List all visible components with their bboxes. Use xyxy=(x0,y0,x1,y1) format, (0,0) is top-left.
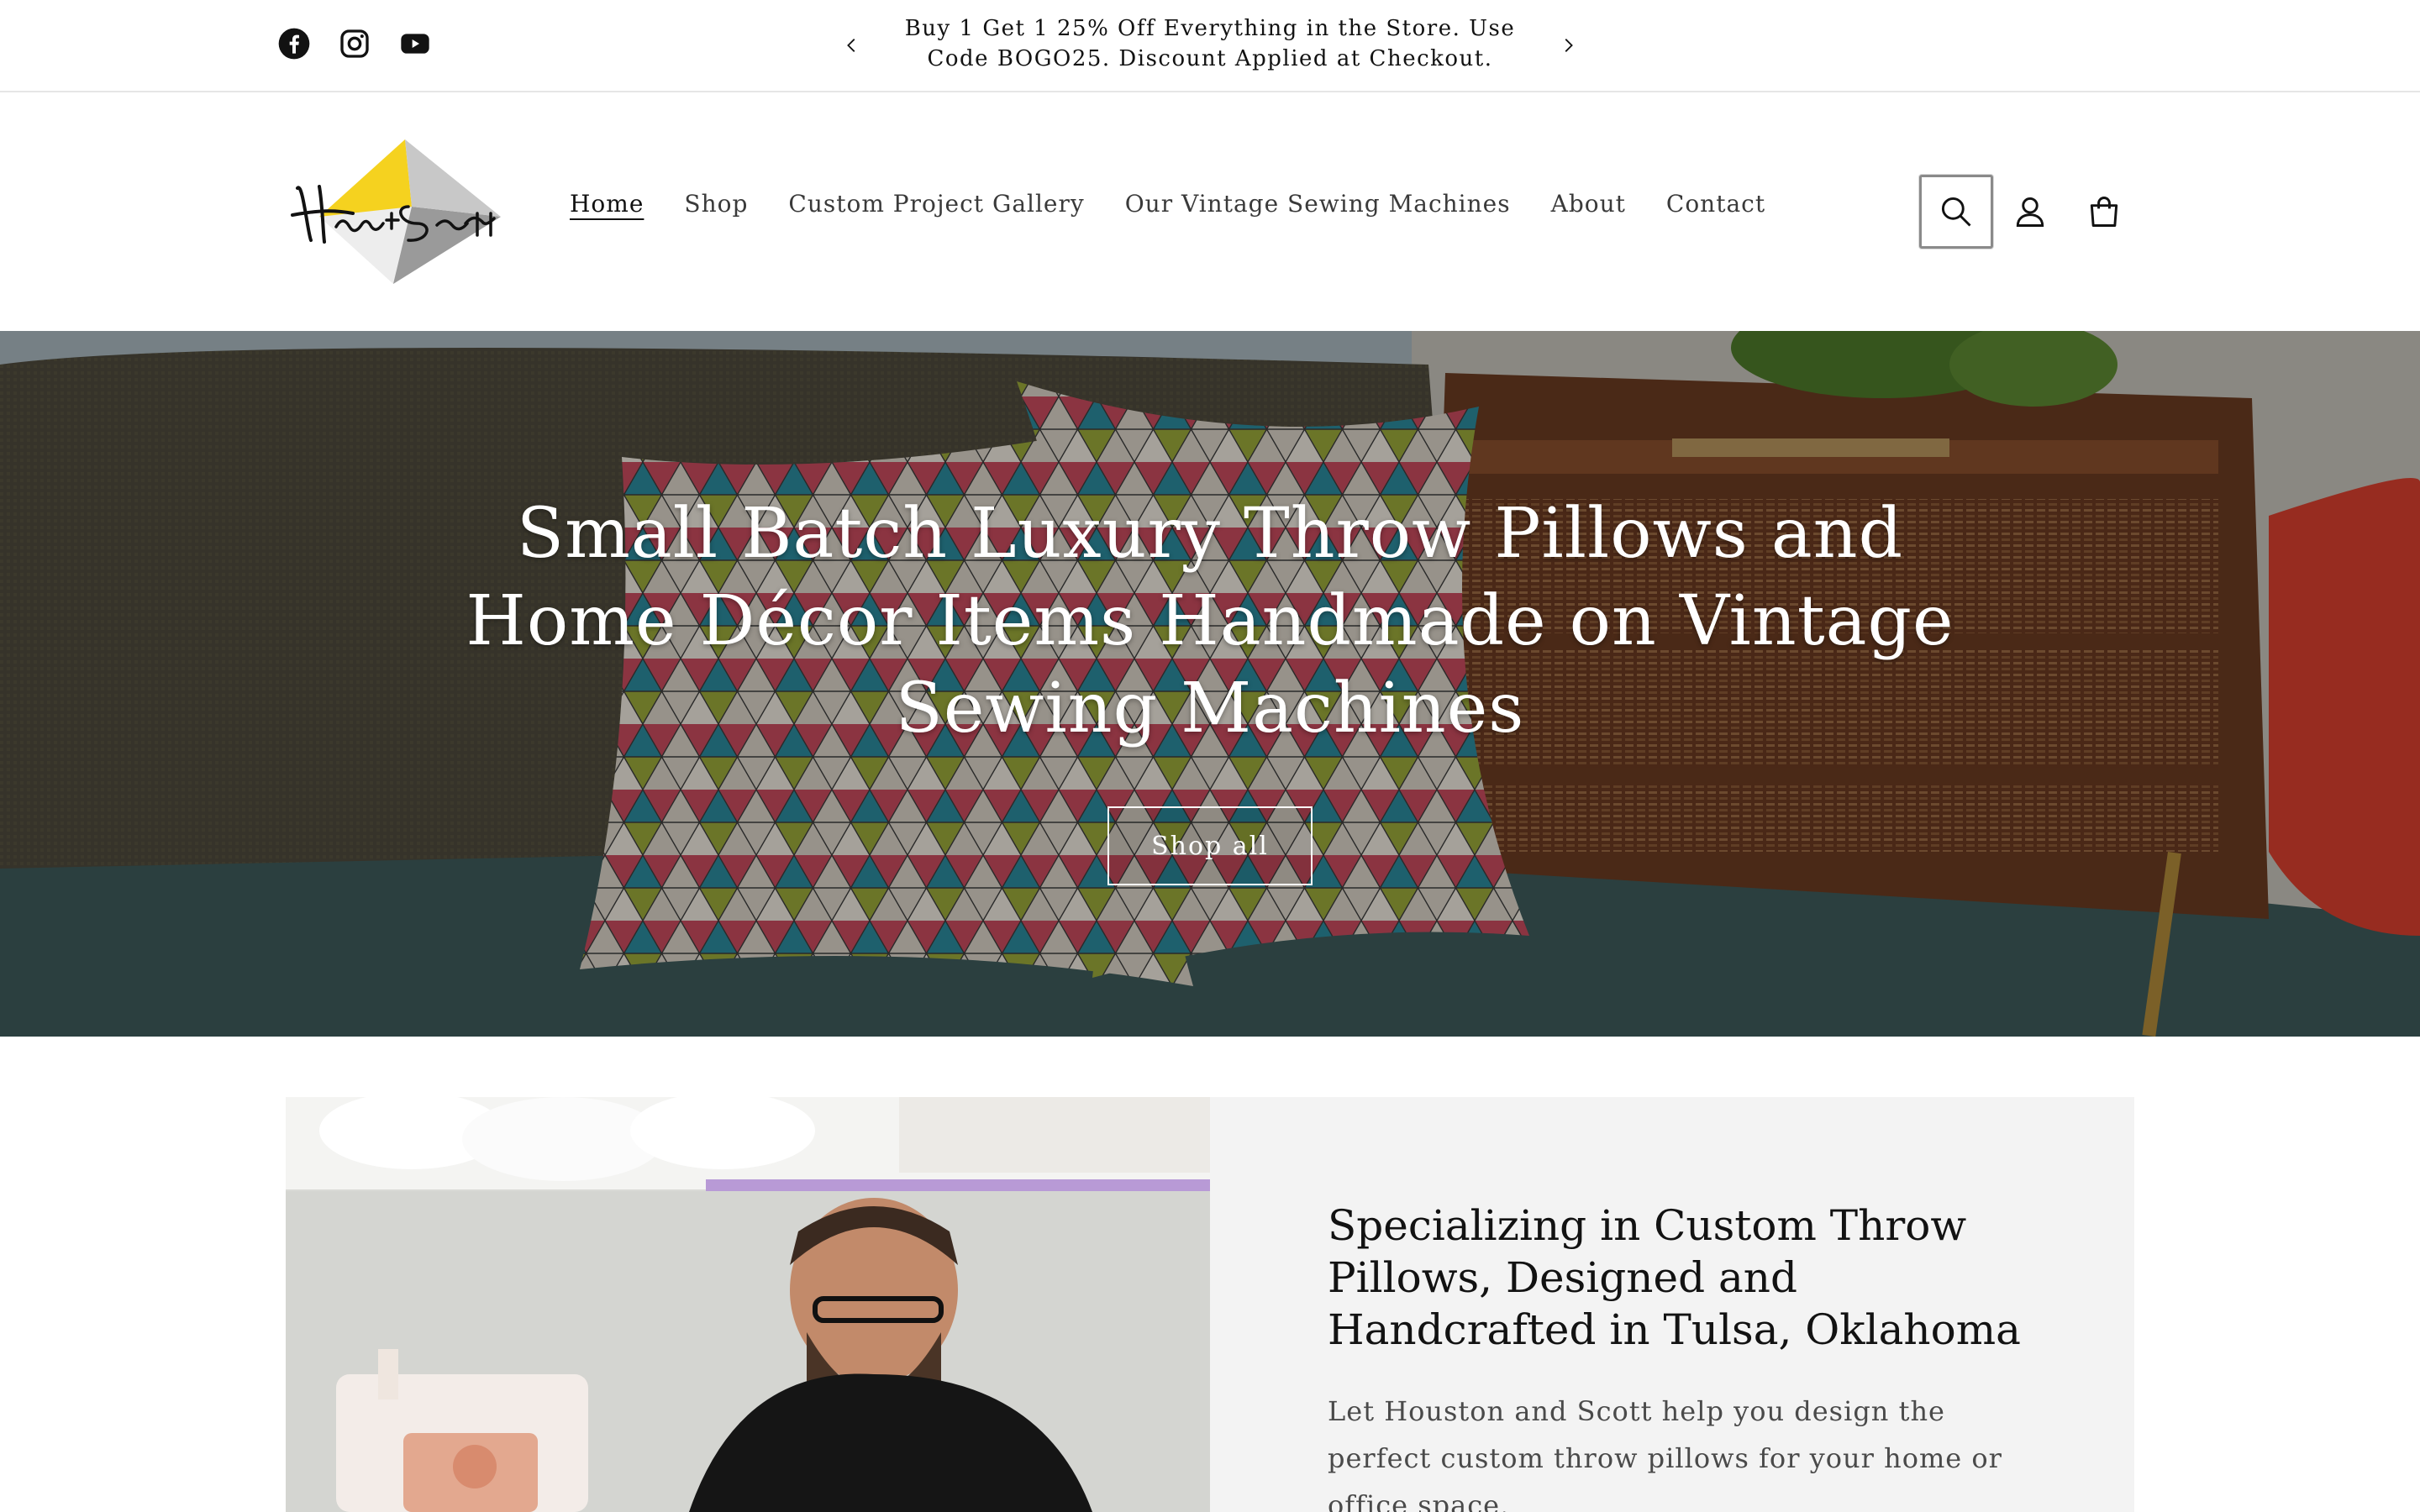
youtube-icon[interactable] xyxy=(398,27,432,60)
hero-title: Small Batch Luxury Throw Pillows and Hom… xyxy=(466,494,1954,748)
nav-vintage-sewing-machines[interactable]: Our Vintage Sewing Machines xyxy=(1125,190,1511,218)
announcement-text: Buy 1 Get 1 25% Off Everything in the St… xyxy=(904,16,1516,71)
announcement-bar: Buy 1 Get 1 25% Off Everything in the St… xyxy=(0,0,2420,92)
announcement-prev-button[interactable] xyxy=(835,29,869,62)
social-links xyxy=(277,27,432,60)
cart-button[interactable] xyxy=(2067,175,2141,249)
feature-section: Specializing in Custom Throw Pillows, De… xyxy=(286,1097,2134,1512)
feature-body: Let Houston and Scott help you design th… xyxy=(1328,1395,2002,1512)
cart-icon xyxy=(2090,197,2118,227)
chevron-left-icon xyxy=(847,39,855,52)
main-nav: Home Shop Custom Project Gallery Our Vin… xyxy=(570,190,1765,218)
nav-home[interactable]: Home xyxy=(570,190,644,218)
announcement-next-button[interactable] xyxy=(1551,29,1585,62)
logo[interactable] xyxy=(286,139,504,284)
nav-shop[interactable]: Shop xyxy=(684,190,748,218)
shop-all-button[interactable]: Shop all xyxy=(1107,806,1313,885)
instagram-icon[interactable] xyxy=(338,27,371,60)
site-header: Home Shop Custom Project Gallery Our Vin… xyxy=(0,92,2420,331)
account-icon xyxy=(2016,197,2044,227)
account-button[interactable] xyxy=(1993,175,2067,249)
feature-text-panel: Specializing in Custom Throw Pillows, De… xyxy=(1210,1097,2134,1512)
nav-about[interactable]: About xyxy=(1551,190,1626,218)
feature-image xyxy=(286,1097,1210,1512)
search-button[interactable] xyxy=(1919,175,1993,249)
facebook-icon[interactable] xyxy=(277,27,311,60)
feature-heading: Specializing in Custom Throw Pillows, De… xyxy=(1328,1201,2021,1354)
search-icon xyxy=(1941,197,1971,227)
nav-custom-project-gallery[interactable]: Custom Project Gallery xyxy=(788,190,1084,218)
hero-banner: Small Batch Luxury Throw Pillows and Hom… xyxy=(0,331,2420,1037)
chevron-right-icon xyxy=(1565,39,1573,52)
nav-contact[interactable]: Contact xyxy=(1666,190,1765,218)
